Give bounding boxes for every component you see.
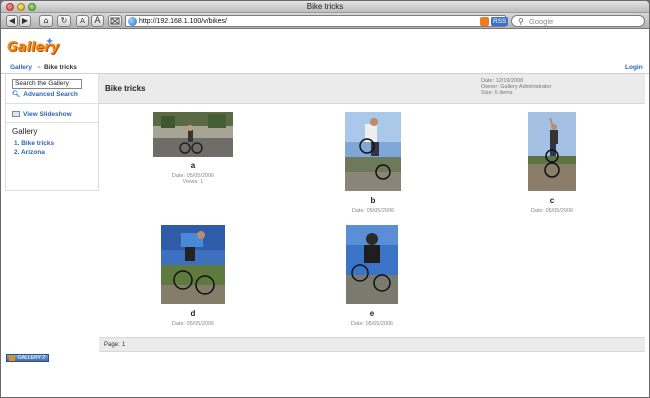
album-header: Bike tricks Date: 12/19/2008 Owner: Gall…: [99, 74, 645, 104]
photo-date-d: Date: 05/05/2006: [171, 321, 215, 327]
magnifier-icon: 🔍︎: [12, 91, 21, 98]
photo-title-b[interactable]: b: [333, 196, 413, 205]
window-title: Bike tricks: [306, 2, 344, 11]
gallery-badge-text: GALLERY 2: [18, 355, 46, 361]
photo-c-image: [528, 112, 576, 191]
gallery-logo[interactable]: Gallery ✦: [5, 35, 61, 62]
breadcrumb-separator-icon: »: [37, 64, 41, 71]
sidebar-divider: [6, 122, 99, 123]
site-globe-icon: [128, 17, 137, 26]
browser-toolbar: ◀ ▶ ⌂ ↻ A A http://192.168.1.100/v/bikes…: [1, 13, 649, 29]
photo-title-d[interactable]: d: [153, 309, 233, 318]
photo-title-e[interactable]: e: [332, 309, 412, 318]
sidebar-album-arizona[interactable]: 2. Arizona: [14, 148, 45, 157]
search-icon: ⚲: [518, 17, 524, 26]
forward-button[interactable]: ▶: [19, 15, 31, 27]
text-larger-icon: A: [94, 16, 101, 26]
text-larger-button[interactable]: A: [91, 15, 104, 27]
page-content: Gallery ✦ Gallery » Bike tricks Login Se…: [1, 30, 649, 397]
gallery-powered-badge[interactable]: GALLERY 2: [6, 354, 49, 362]
pager-current-page: 1: [122, 342, 126, 348]
bug-report-button[interactable]: [108, 15, 122, 27]
photo-thumbnail-c[interactable]: [528, 112, 576, 191]
photo-title-a[interactable]: a: [153, 161, 233, 170]
back-arrow-icon: ◀: [8, 16, 16, 25]
pager-label: Page:: [104, 342, 120, 348]
reload-button[interactable]: ↻: [57, 15, 71, 27]
text-smaller-button[interactable]: A: [76, 15, 89, 27]
photo-date-b: Date: 05/05/2006: [351, 208, 395, 214]
back-button[interactable]: ◀: [6, 15, 18, 27]
home-icon: ⌂: [43, 16, 49, 25]
address-url: http://192.168.1.100/v/bikes/: [139, 18, 227, 25]
breadcrumb: Gallery » Bike tricks: [1, 62, 649, 74]
photo-thumbnail-e[interactable]: [346, 225, 398, 304]
album-title: Bike tricks: [105, 84, 146, 93]
view-slideshow-link[interactable]: View Slideshow: [12, 110, 72, 119]
slideshow-icon: [12, 111, 20, 117]
photo-b-image: [345, 112, 401, 191]
photo-e-image: [346, 225, 398, 304]
rss-button[interactable]: RSS: [491, 17, 509, 26]
gallery-badge-icon: [9, 356, 15, 361]
sidebar-album-bike-tricks[interactable]: 1. Bike tricks: [14, 139, 54, 148]
photo-d-image: [161, 225, 225, 304]
browser-window: Bike tricks ◀ ▶ ⌂ ↻ A A http://192.168.1…: [0, 0, 650, 398]
rss-feed-icon[interactable]: [480, 17, 489, 26]
gallery-search-input[interactable]: Search the Gallery: [12, 79, 82, 89]
sidebar: Search the Gallery 🔍︎ Advanced Search Vie…: [5, 74, 99, 191]
breadcrumb-current: Bike tricks: [44, 64, 77, 71]
address-bar[interactable]: http://192.168.1.100/v/bikes/ RSS: [125, 15, 509, 27]
web-search-placeholder: Google: [529, 17, 554, 26]
album-size: Size: 5 items: [481, 90, 513, 96]
sidebar-divider: [6, 103, 99, 104]
logo-sparkle-icon: ✦: [45, 35, 55, 48]
view-slideshow-label: View Slideshow: [23, 111, 72, 118]
web-search-input[interactable]: ⚲ Google: [511, 15, 645, 27]
photo-thumbnail-b[interactable]: [345, 112, 401, 191]
reload-icon: ↻: [60, 16, 68, 25]
text-smaller-icon: A: [80, 17, 85, 25]
forward-arrow-icon: ▶: [21, 16, 29, 25]
photo-date-c: Date: 05/05/2006: [530, 208, 574, 214]
photo-date-e: Date: 05/05/2006: [350, 321, 394, 327]
title-bar: Bike tricks: [1, 1, 649, 13]
pager: Page: 1: [99, 337, 645, 352]
advanced-search-link[interactable]: 🔍︎ Advanced Search: [12, 90, 78, 99]
photo-title-c[interactable]: c: [512, 196, 592, 205]
close-window-button[interactable]: [6, 3, 14, 11]
photo-thumbnail-a[interactable]: [153, 112, 233, 157]
login-link[interactable]: Login: [625, 62, 643, 74]
home-button[interactable]: ⌂: [39, 15, 53, 27]
photo-a-image: [153, 112, 233, 157]
sidebar-heading: Gallery: [12, 127, 38, 136]
photo-thumbnail-d[interactable]: [161, 225, 225, 304]
advanced-search-label: Advanced Search: [23, 91, 78, 98]
bug-icon: [110, 17, 120, 25]
minimize-window-button[interactable]: [17, 3, 25, 11]
breadcrumb-gallery[interactable]: Gallery: [10, 62, 32, 74]
zoom-window-button[interactable]: [28, 3, 36, 11]
photo-views-a: Views: 1: [182, 179, 204, 185]
